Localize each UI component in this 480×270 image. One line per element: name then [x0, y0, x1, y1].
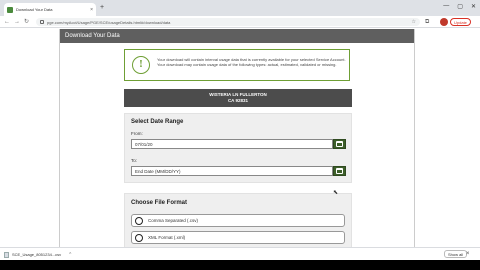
- extensions-icon[interactable]: ⧉: [425, 18, 429, 26]
- page-content: Download Your Data ! Your download will …: [0, 29, 480, 247]
- to-date-input[interactable]: End Date (MM/DD/YY): [131, 166, 333, 176]
- notice-text: Your download will contain interval usag…: [157, 57, 346, 68]
- lock-icon: [40, 20, 44, 24]
- maximize-icon[interactable]: ▢: [457, 3, 463, 10]
- close-shelf-icon[interactable]: ×: [466, 250, 470, 258]
- option-csv-label: Comma Separated (.csv): [148, 218, 199, 223]
- window-controls: — ▢ ✕: [443, 3, 476, 10]
- show-all-button[interactable]: Show all: [444, 250, 468, 258]
- to-label: To:: [131, 158, 138, 163]
- date-range-title: Select Date Range: [131, 119, 184, 125]
- from-label: From:: [131, 131, 143, 136]
- bottom-letterbox: [0, 260, 480, 270]
- tab-strip: Download Your Data × + — ▢ ✕: [0, 0, 480, 16]
- modal-title: Download Your Data: [60, 29, 414, 43]
- back-icon[interactable]: ←: [4, 18, 10, 26]
- to-calendar-button[interactable]: [333, 166, 346, 176]
- calendar-icon: [336, 168, 343, 174]
- calendar-icon: [336, 141, 343, 147]
- tab-download-your-data[interactable]: Download Your Data ×: [4, 3, 96, 16]
- info-notice: ! Your download will contain interval us…: [124, 49, 350, 81]
- address-line-2: CA 92831: [227, 97, 249, 103]
- file-icon: [4, 251, 9, 258]
- new-tab-button[interactable]: +: [100, 3, 104, 13]
- address-bar[interactable]: pge.com/myAcct/Usage/PGE/SCE/usageDetail…: [36, 18, 420, 26]
- date-range-section: Select Date Range From: 07/01/20 To: End…: [124, 113, 352, 183]
- browser-window: Download Your Data × + — ▢ ✕ ← → ↻ pge.c…: [0, 0, 480, 270]
- download-item[interactable]: SCE_Usage_8051234...csv ⌃: [4, 250, 72, 259]
- reload-icon[interactable]: ↻: [24, 18, 29, 26]
- info-exclamation-icon: !: [132, 56, 150, 74]
- forward-icon[interactable]: →: [14, 18, 20, 26]
- radio-csv[interactable]: [135, 216, 143, 225]
- mouse-cursor-icon: ⬉: [333, 190, 339, 196]
- site-favicon-icon: [7, 6, 13, 13]
- service-address: WISTERIA LN FULLERTON CA 92831: [124, 89, 352, 107]
- file-format-section: Choose File Format Comma Separated (.csv…: [124, 193, 352, 247]
- minimize-icon[interactable]: —: [443, 3, 449, 10]
- close-window-icon[interactable]: ✕: [471, 3, 476, 10]
- option-csv[interactable]: Comma Separated (.csv): [131, 214, 345, 227]
- profile-avatar[interactable]: [440, 18, 448, 26]
- download-shelf: SCE_Usage_8051234...csv ⌃ Show all ×: [0, 247, 480, 260]
- from-calendar-button[interactable]: [333, 139, 346, 149]
- download-file-name: SCE_Usage_8051234...csv: [12, 252, 62, 257]
- bookmark-star-icon[interactable]: ☆: [412, 19, 416, 25]
- browser-toolbar: ← → ↻ pge.com/myAcct/Usage/PGE/SCE/usage…: [0, 16, 480, 28]
- tab-title: Download Your Data: [16, 7, 53, 12]
- url-text: pge.com/myAcct/Usage/PGE/SCE/usageDetail…: [47, 19, 171, 25]
- radio-xml[interactable]: [135, 233, 143, 242]
- file-format-title: Choose File Format: [131, 200, 188, 206]
- option-xml-label: XML Format (.xml): [148, 235, 186, 240]
- from-date-input[interactable]: 07/01/20: [131, 139, 333, 149]
- download-modal: Download Your Data ! Your download will …: [59, 29, 415, 247]
- update-button[interactable]: Update: [450, 18, 471, 26]
- option-xml[interactable]: XML Format (.xml): [131, 231, 345, 244]
- tab-close-icon[interactable]: ×: [90, 7, 93, 13]
- chevron-up-icon[interactable]: ⌃: [68, 252, 72, 258]
